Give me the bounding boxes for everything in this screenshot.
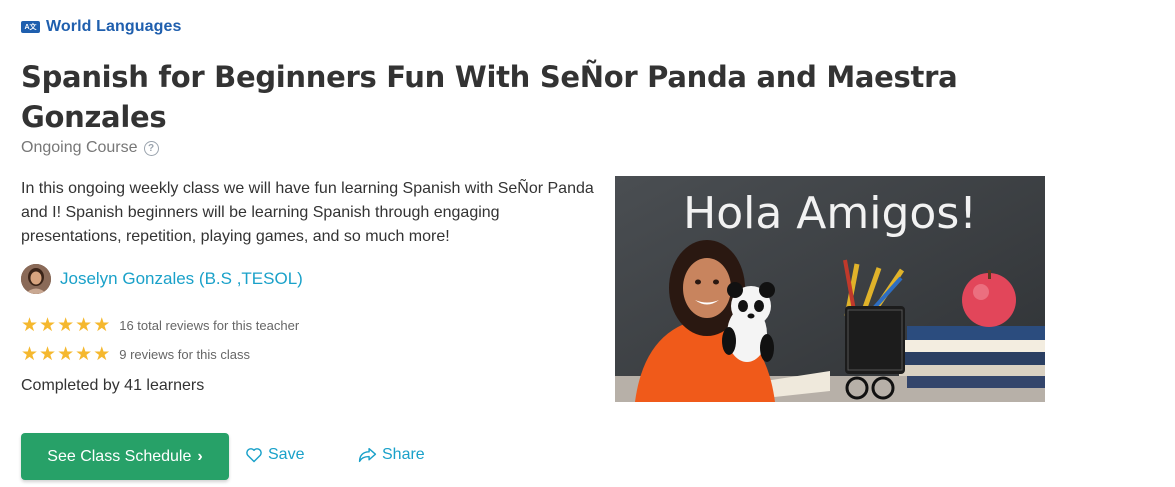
teacher-reviews[interactable]: ★ ★ ★ ★ ★ 16 total reviews for this teacher (21, 316, 299, 335)
avatar[interactable] (21, 264, 51, 294)
class-reviews[interactable]: ★ ★ ★ ★ ★ 9 reviews for this class (21, 345, 250, 364)
star-icon: ★ (57, 315, 75, 336)
teacher-name[interactable]: Joselyn Gonzales (B.S ,TESOL) (60, 269, 303, 289)
star-icon: ★ (21, 344, 39, 365)
share-icon (358, 447, 377, 463)
chevron-right-icon: › (197, 447, 203, 465)
class-description: In this ongoing weekly class we will hav… (21, 180, 594, 245)
heart-icon (246, 448, 262, 463)
star-rating: ★ ★ ★ ★ ★ (21, 316, 110, 335)
share-label: Share (382, 446, 425, 463)
see-class-schedule-button[interactable]: See Class Schedule › (21, 433, 229, 480)
category-label: World Languages (46, 18, 182, 35)
star-icon: ★ (75, 315, 93, 336)
star-icon: ★ (57, 344, 75, 365)
language-icon: A文 (21, 21, 40, 33)
class-hero-image: Hola Amigos! (615, 176, 1045, 402)
save-label: Save (268, 446, 305, 463)
star-icon: ★ (75, 344, 93, 365)
star-icon: ★ (39, 315, 57, 336)
teacher-link[interactable]: Joselyn Gonzales (B.S ,TESOL) (21, 264, 303, 294)
star-icon: ★ (93, 344, 111, 365)
star-rating: ★ ★ ★ ★ ★ (21, 345, 110, 364)
category-tag[interactable]: A文 World Languages (21, 18, 181, 36)
class-review-count[interactable]: 9 reviews for this class (119, 347, 250, 362)
teacher-review-count[interactable]: 16 total reviews for this teacher (119, 318, 299, 333)
chalkboard-text: Hola Amigos! (683, 188, 977, 239)
course-type: Ongoing Course ? (21, 139, 159, 157)
completed-count: Completed by 41 learners (21, 377, 205, 394)
see-class-schedule-label: See Class Schedule (47, 447, 192, 465)
share-button[interactable]: Share (358, 446, 425, 464)
star-icon: ★ (39, 344, 57, 365)
star-icon: ★ (93, 315, 111, 336)
save-button[interactable]: Save (245, 446, 304, 464)
help-icon[interactable]: ? (143, 140, 159, 156)
star-icon: ★ (21, 315, 39, 336)
page-title: Spanish for Beginners Fun With SeÑor Pan… (21, 60, 958, 134)
course-type-label: Ongoing Course (21, 139, 138, 156)
